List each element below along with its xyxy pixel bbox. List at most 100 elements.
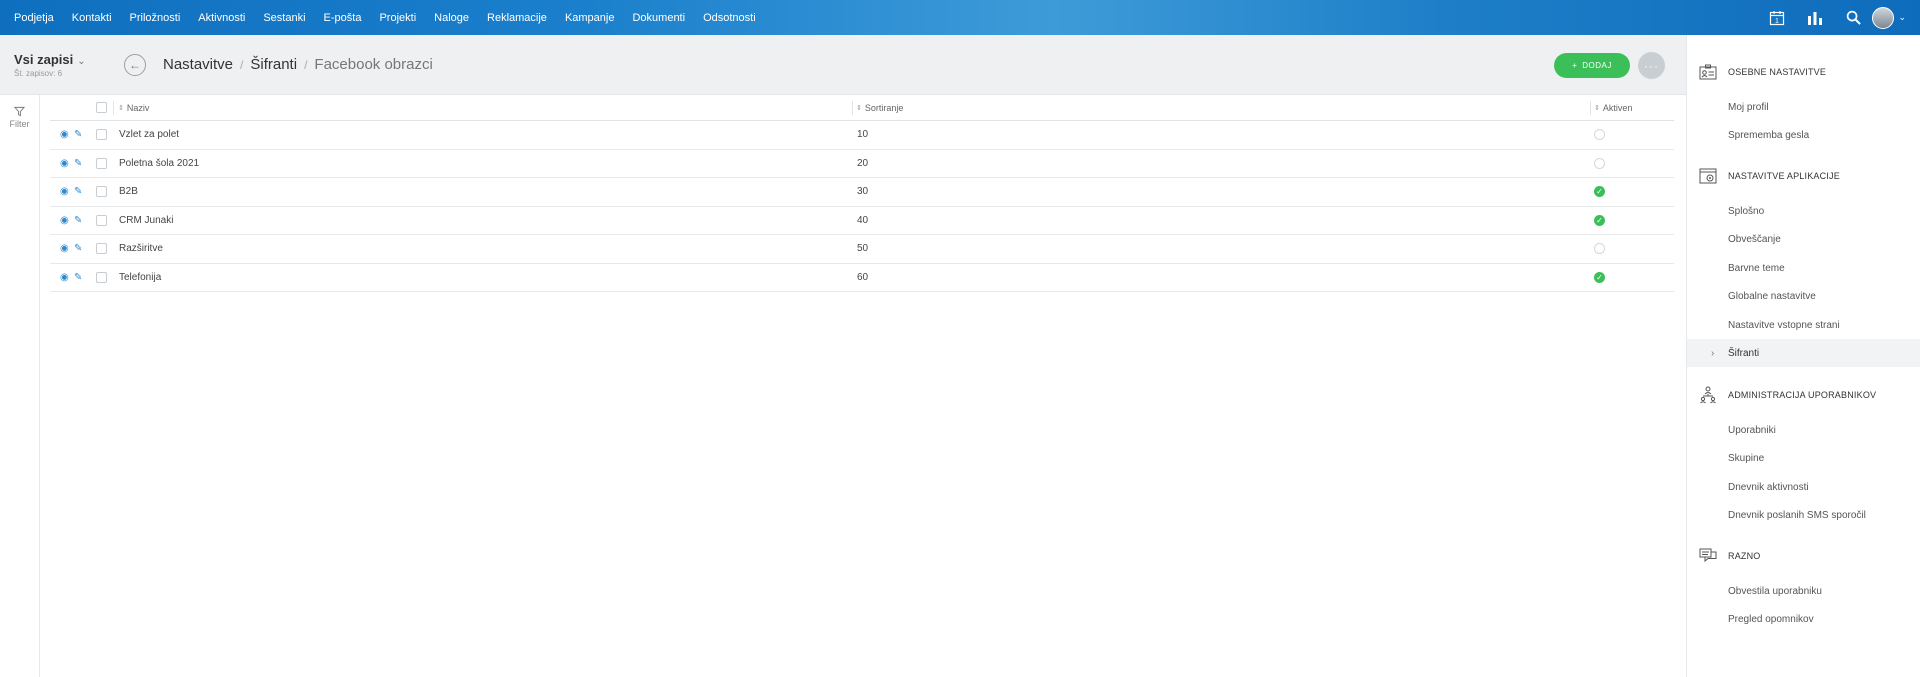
avatar[interactable] [1872, 6, 1895, 29]
sidebar-item-obvescanje[interactable]: Obveščanje [1687, 225, 1920, 253]
inactive-status-icon [1594, 243, 1605, 255]
row-name: Razširitve [119, 243, 163, 255]
section-osebne-nastavitve: OSEBNE NASTAVITVE [1687, 61, 1920, 83]
sidebar-item-sifranti[interactable]: › Šifranti [1687, 339, 1920, 367]
view-icon[interactable]: ◉ [60, 215, 69, 226]
view-icon[interactable]: ◉ [60, 243, 69, 254]
section-title: RAZNO [1728, 551, 1761, 561]
row-checkbox[interactable] [96, 186, 107, 198]
calendar-icon[interactable]: 1 [1758, 0, 1796, 35]
select-all-checkbox-cell [96, 95, 107, 120]
nav-item-naloge[interactable]: Naloge [434, 12, 469, 24]
column-header-naziv[interactable]: ⇕ Naziv [118, 95, 149, 120]
edit-icon[interactable]: ✎ [74, 215, 82, 226]
row-name: Poletna šola 2021 [119, 157, 200, 169]
nav-item-eposta[interactable]: E-pošta [324, 12, 362, 24]
table-row[interactable]: ◉ ✎ Telefonija 60 ✓ [50, 264, 1674, 292]
edit-icon[interactable]: ✎ [74, 243, 82, 254]
nav-item-priloznosti[interactable]: Priložnosti [130, 12, 181, 24]
inactive-status-icon [1594, 129, 1605, 141]
row-sort: 60 [857, 271, 869, 283]
filter-column: Filter [0, 95, 40, 677]
sidebar-item-dnevnik-sms[interactable]: Dnevnik poslanih SMS sporočil [1687, 501, 1920, 529]
users-admin-icon [1698, 385, 1718, 405]
nav-item-kontakti[interactable]: Kontakti [72, 12, 112, 24]
select-all-checkbox[interactable] [96, 102, 107, 113]
column-divider [113, 101, 114, 115]
row-checkbox[interactable] [96, 157, 107, 169]
section-title: OSEBNE NASTAVITVE [1728, 67, 1827, 77]
sidebar-item-pregled-opomnikov[interactable]: Pregled opomnikov [1687, 605, 1920, 633]
sidebar-item-sprememba-gesla[interactable]: Sprememba gesla [1687, 121, 1920, 149]
nav-item-projekti[interactable]: Projekti [379, 12, 416, 24]
row-checkbox[interactable] [96, 243, 107, 255]
chevron-right-icon: › [1711, 347, 1715, 359]
nav-item-odsotnosti[interactable]: Odsotnosti [703, 12, 756, 24]
sidebar-item-obvestila-uporabniku[interactable]: Obvestila uporabniku [1687, 577, 1920, 605]
edit-icon[interactable]: ✎ [74, 129, 82, 140]
row-checkbox[interactable] [96, 129, 107, 141]
nav-item-aktivnosti[interactable]: Aktivnosti [198, 12, 245, 24]
nav-item-reklamacije[interactable]: Reklamacije [487, 12, 547, 24]
edit-icon[interactable]: ✎ [74, 158, 82, 169]
nav-item-podjetja[interactable]: Podjetja [14, 12, 54, 24]
sidebar-item-moj-profil[interactable]: Moj profil [1687, 93, 1920, 121]
nav-item-sestanki[interactable]: Sestanki [263, 12, 305, 24]
plus-icon: + [1572, 61, 1578, 70]
filter-icon [14, 106, 25, 117]
sidebar-item-dnevnik-aktivnosti[interactable]: Dnevnik aktivnosti [1687, 473, 1920, 501]
breadcrumb-separator: / [304, 58, 308, 72]
top-navigation: Podjetja Kontakti Priložnosti Aktivnosti… [0, 0, 1920, 35]
view-icon[interactable]: ◉ [60, 186, 69, 197]
view-icon[interactable]: ◉ [60, 272, 69, 283]
row-checkbox[interactable] [96, 271, 107, 283]
breadcrumb: Nastavitve / Šifranti / Facebook obrazci [163, 56, 433, 73]
column-label: Aktiven [1602, 102, 1633, 113]
sidebar-item-nastavitve-vstopne-strani[interactable]: Nastavitve vstopne strani [1687, 311, 1920, 339]
sidebar-item-globalne-nastavitve[interactable]: Globalne nastavitve [1687, 282, 1920, 310]
sidebar-item-uporabniki[interactable]: Uporabniki [1687, 416, 1920, 444]
chevron-down-icon[interactable]: ⌄ [1898, 12, 1906, 23]
table-header: ⇕ Naziv ⇕ Sortiranje ⇕ Aktiven [50, 95, 1674, 121]
column-label: Sortiranje [864, 102, 904, 113]
sort-icon: ⇕ [118, 104, 124, 112]
row-sort: 10 [857, 129, 869, 141]
active-check-icon: ✓ [1594, 214, 1605, 226]
row-name: CRM Junaki [119, 214, 174, 226]
records-table: ⇕ Naziv ⇕ Sortiranje ⇕ Aktiven ◉ ✎ Vzlet za… [50, 95, 1674, 292]
nav-item-dokumenti[interactable]: Dokumenti [632, 12, 685, 24]
main-menu: Podjetja Kontakti Priložnosti Aktivnosti… [0, 12, 774, 24]
breadcrumb-nastavitve[interactable]: Nastavitve [163, 56, 233, 73]
view-selector[interactable]: Vsi zapisi ⌄ Št. zapisov: 6 [14, 52, 86, 78]
back-button[interactable]: ← [124, 54, 146, 76]
table-row[interactable]: ◉ ✎ B2B 30 ✓ [50, 178, 1674, 207]
top-right-tools: 1 ⌄ [1758, 0, 1920, 35]
view-icon[interactable]: ◉ [60, 129, 69, 140]
table-row[interactable]: ◉ ✎ Vzlet za polet 10 [50, 121, 1674, 150]
filter-button[interactable]: Filter [0, 106, 39, 129]
column-header-sortiranje[interactable]: ⇕ Sortiranje [856, 95, 903, 120]
nav-item-kampanje[interactable]: Kampanje [565, 12, 615, 24]
sidebar-item-barvne-teme[interactable]: Barvne teme [1687, 254, 1920, 282]
table-row[interactable]: ◉ ✎ Poletna šola 2021 20 [50, 150, 1674, 178]
arrow-left-icon: ← [129, 58, 141, 72]
sidebar-item-splosno[interactable]: Splošno [1687, 197, 1920, 225]
bar-chart-icon[interactable] [1796, 0, 1834, 35]
table-row[interactable]: ◉ ✎ CRM Junaki 40 ✓ [50, 207, 1674, 235]
edit-icon[interactable]: ✎ [74, 186, 82, 197]
add-button[interactable]: + DODAJ [1554, 53, 1630, 78]
table-row[interactable]: ◉ ✎ Razširitve 50 [50, 235, 1674, 264]
section-razno: RAZNO [1687, 545, 1920, 567]
section-title: NASTAVITVE APLIKACIJE [1728, 171, 1840, 181]
column-divider [852, 101, 853, 115]
breadcrumb-sifranti[interactable]: Šifranti [250, 56, 297, 73]
view-icon[interactable]: ◉ [60, 158, 69, 169]
row-sort: 40 [857, 214, 869, 226]
more-options-button[interactable]: ··· [1638, 52, 1665, 79]
edit-icon[interactable]: ✎ [74, 272, 82, 283]
column-header-aktiven[interactable]: ⇕ Aktiven [1594, 95, 1632, 120]
sidebar-item-skupine[interactable]: Skupine [1687, 444, 1920, 472]
row-checkbox[interactable] [96, 214, 107, 226]
breadcrumb-separator: / [240, 58, 244, 72]
search-icon[interactable] [1834, 0, 1872, 35]
